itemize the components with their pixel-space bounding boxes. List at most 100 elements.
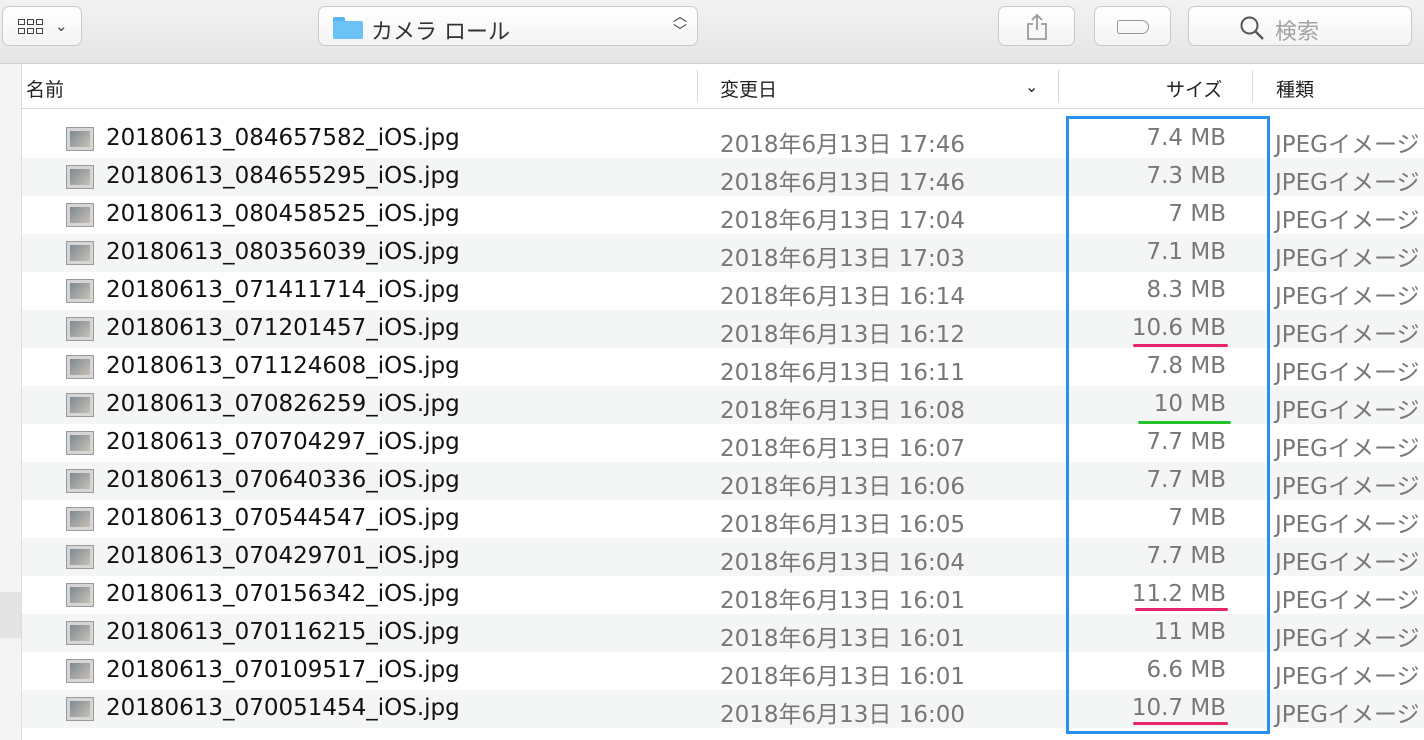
file-size: 11.2 MB [1131,581,1226,607]
thumbnail-icon [66,621,94,645]
column-divider[interactable] [1252,70,1253,102]
modified-date: 2018年6月13日 17:04 [720,208,966,234]
file-size: 11 MB [1153,619,1226,645]
tag-icon [1117,20,1149,34]
updown-chevron-icon: ︿ ﹀ [673,9,687,40]
file-list: 20180613_084657582_iOS.jpg 2018年6月13日 17:… [22,109,1424,740]
file-kind: JPEGイメージ [1275,322,1420,348]
modified-date: 2018年6月13日 17:46 [720,170,966,196]
modified-date: 2018年6月13日 16:05 [720,512,966,538]
file-size: 7.7 MB [1146,543,1226,569]
thumbnail-icon [66,469,94,493]
column-header-date[interactable]: 変更日 [720,75,777,102]
file-kind: JPEGイメージ [1275,588,1420,614]
file-kind: JPEGイメージ [1275,702,1420,728]
file-name: 20180613_071411714_iOS.jpg [106,277,460,303]
file-name: 20180613_080356039_iOS.jpg [106,239,460,265]
toolbar: ⌄ カメラ ロール ︿ ﹀ 検索 [0,0,1424,64]
file-size: 7.7 MB [1146,467,1226,493]
table-row[interactable]: 20180613_084657582_iOS.jpg 2018年6月13日 17:… [22,120,1424,158]
file-kind: JPEGイメージ [1275,512,1420,538]
path-popup-button[interactable]: カメラ ロール ︿ ﹀ [318,6,698,46]
file-kind: JPEGイメージ [1275,436,1420,462]
file-kind: JPEGイメージ [1275,170,1420,196]
share-icon [1027,13,1047,40]
table-row[interactable]: 20180613_071124608_iOS.jpg 2018年6月13日 16:… [22,348,1424,386]
search-field[interactable]: 検索 [1188,6,1412,46]
file-kind: JPEGイメージ [1275,398,1420,424]
file-name: 20180613_070544547_iOS.jpg [106,505,460,531]
file-kind: JPEGイメージ [1275,664,1420,690]
table-row[interactable]: 20180613_070704297_iOS.jpg 2018年6月13日 16:… [22,424,1424,462]
modified-date: 2018年6月13日 16:06 [720,474,966,500]
thumbnail-icon [66,165,94,189]
table-row[interactable]: 20180613_071411714_iOS.jpg 2018年6月13日 16:… [22,272,1424,310]
thumbnail-icon [66,241,94,265]
table-row[interactable]: 20180613_070826259_iOS.jpg 2018年6月13日 16:… [22,386,1424,424]
file-name: 20180613_070051454_iOS.jpg [106,695,460,721]
file-size: 10 MB [1153,391,1226,417]
file-kind: JPEGイメージ [1275,550,1420,576]
column-divider[interactable] [1058,70,1059,102]
table-row[interactable]: 20180613_070156342_iOS.jpg 2018年6月13日 16:… [22,576,1424,614]
table-row[interactable]: 20180613_071201457_iOS.jpg 2018年6月13日 16:… [22,310,1424,348]
thumbnail-icon [66,507,94,531]
file-name: 20180613_084657582_iOS.jpg [106,125,460,151]
share-button[interactable] [998,6,1075,46]
file-size: 6.6 MB [1146,657,1226,683]
thumbnail-icon [66,355,94,379]
file-name: 20180613_071201457_iOS.jpg [106,315,460,341]
file-kind: JPEGイメージ [1275,360,1420,386]
file-name: 20180613_070704297_iOS.jpg [106,429,460,455]
table-row[interactable]: 20180613_070109517_iOS.jpg 2018年6月13日 16:… [22,652,1424,690]
modified-date: 2018年6月13日 17:03 [720,246,966,272]
view-options-button[interactable]: ⌄ [2,6,82,46]
view-grid-icon [18,19,48,35]
path-label: カメラ ロール [371,20,510,45]
thumbnail-icon [66,697,94,721]
column-header-name[interactable]: 名前 [26,75,64,102]
file-kind: JPEGイメージ [1275,474,1420,500]
thumbnail-icon [66,545,94,569]
table-row[interactable]: 20180613_070429701_iOS.jpg 2018年6月13日 16:… [22,538,1424,576]
tag-button[interactable] [1094,6,1171,46]
column-header-kind[interactable]: 種類 [1276,75,1314,102]
file-name: 20180613_071124608_iOS.jpg [106,353,460,379]
modified-date: 2018年6月13日 16:01 [720,626,966,652]
column-header-size[interactable]: サイズ [1166,75,1222,102]
thumbnail-icon [66,393,94,417]
modified-date: 2018年6月13日 16:11 [720,360,966,386]
file-size: 7.1 MB [1146,239,1226,265]
table-row[interactable]: 20180613_070640336_iOS.jpg 2018年6月13日 16:… [22,462,1424,500]
file-kind: JPEGイメージ [1275,284,1420,310]
file-name: 20180613_080458525_iOS.jpg [106,201,460,227]
column-divider[interactable] [697,70,698,102]
table-row[interactable]: 20180613_080356039_iOS.jpg 2018年6月13日 17:… [22,234,1424,272]
file-size: 7.7 MB [1146,429,1226,455]
table-row[interactable]: 20180613_080458525_iOS.jpg 2018年6月13日 17:… [22,196,1424,234]
file-size: 8.3 MB [1146,277,1226,303]
file-kind: JPEGイメージ [1275,208,1420,234]
sidebar-selection [0,592,21,638]
modified-date: 2018年6月13日 16:00 [720,702,966,728]
thumbnail-icon [66,659,94,683]
table-row[interactable]: 20180613_070544547_iOS.jpg 2018年6月13日 16:… [22,500,1424,538]
partial-row-top [22,109,1424,119]
sort-chevron-icon: ⌄ [1025,77,1039,96]
thumbnail-icon [66,583,94,607]
table-row[interactable]: 20180613_084655295_iOS.jpg 2018年6月13日 17:… [22,158,1424,196]
file-name: 20180613_070109517_iOS.jpg [106,657,460,683]
file-size: 7 MB [1168,505,1226,531]
file-kind: JPEGイメージ [1275,246,1420,272]
table-row[interactable]: 20180613_070051454_iOS.jpg 2018年6月13日 16:… [22,690,1424,728]
table-row[interactable]: 20180613_070116215_iOS.jpg 2018年6月13日 16:… [22,614,1424,652]
thumbnail-icon [66,317,94,341]
modified-date: 2018年6月13日 16:07 [720,436,966,462]
modified-date: 2018年6月13日 16:14 [720,284,966,310]
modified-date: 2018年6月13日 16:01 [720,664,966,690]
modified-date: 2018年6月13日 16:01 [720,588,966,614]
file-kind: JPEGイメージ [1275,132,1420,158]
file-size: 7 MB [1168,201,1226,227]
search-placeholder: 検索 [1275,20,1320,45]
file-size: 7.3 MB [1146,163,1226,189]
